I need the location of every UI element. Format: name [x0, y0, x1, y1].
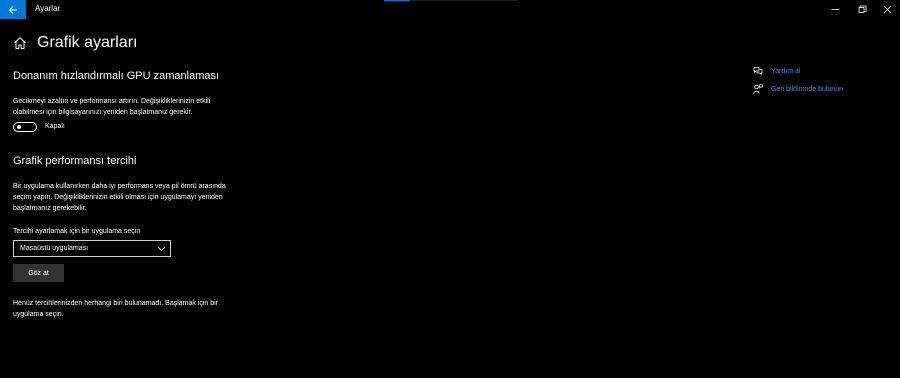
gpu-scheduling-description-2: olabilmesi için bilgisayarınızı yeniden …: [13, 109, 193, 116]
feedback-person-icon: [753, 84, 763, 94]
back-arrow-icon: [8, 5, 17, 14]
graphics-preference-description-2: seçim yapın. Değişikliklerinizin etkili …: [13, 194, 223, 201]
close-button[interactable]: [871, 0, 900, 19]
graphics-preference-description-3: başlatmanız gerekebilir.: [13, 205, 87, 212]
gpu-scheduling-description-1: Gecikmeyi azaltın ve performansı artırın…: [13, 98, 211, 105]
get-help-label: Yardım al: [771, 67, 801, 75]
close-icon: [883, 5, 892, 14]
chevron-down-icon: [157, 246, 166, 252]
empty-preferences-text-1: Henüz tercihlerinizden herhangi biri bul…: [13, 300, 219, 307]
get-help-link[interactable]: Yardım al: [753, 65, 800, 77]
app-type-dropdown-value: Masaüstü uygulaması: [20, 245, 89, 252]
home-icon[interactable]: [13, 36, 27, 50]
page-header: Grafik ayarları: [13, 31, 137, 55]
browse-button[interactable]: Göz at: [13, 264, 64, 282]
give-feedback-label: Geri bildirimde bulunun: [771, 85, 843, 93]
gpu-scheduling-toggle[interactable]: [13, 122, 37, 132]
graphics-preference-heading: Grafik performansı tercihi: [13, 155, 137, 167]
page-title: Grafik ayarları: [37, 34, 138, 51]
gpu-scheduling-toggle-label: Kapalı: [45, 123, 65, 130]
minimize-icon: [831, 9, 840, 10]
give-feedback-link[interactable]: Geri bildirimde bulunun: [753, 83, 843, 95]
toggle-knob: [17, 125, 21, 129]
window-title: Ayarlar: [35, 4, 61, 13]
title-bar: Ayarlar: [0, 0, 900, 19]
gpu-scheduling-heading: Donanım hızlandırmalı GPU zamanlaması: [13, 70, 220, 82]
title-bar-accent: [384, 0, 518, 1]
chat-help-icon: [753, 67, 763, 76]
graphics-preference-description-1: Bir uygulama kullanırken daha iyi perfor…: [13, 183, 226, 190]
app-select-label: Tercihi ayarlamak için bir uygulama seçi…: [13, 228, 141, 235]
empty-preferences-text-2: uygulama seçin.: [13, 311, 64, 318]
app-type-dropdown[interactable]: Masaüstü uygulaması: [13, 240, 171, 257]
restore-icon: [858, 5, 867, 13]
back-button[interactable]: [0, 0, 26, 19]
